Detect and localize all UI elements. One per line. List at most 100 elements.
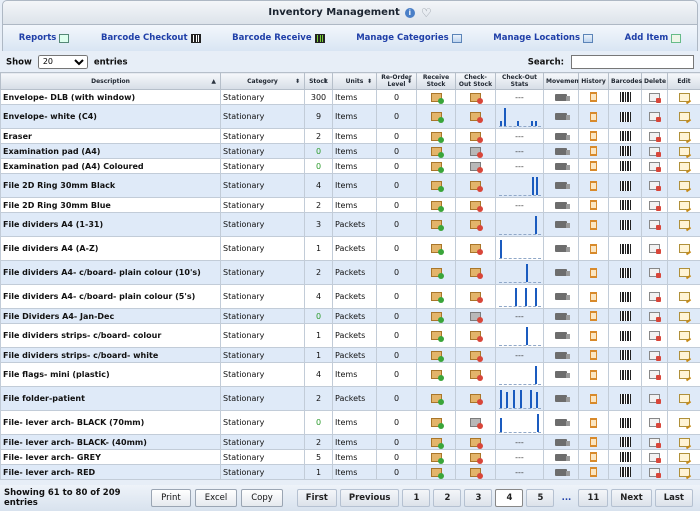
receive-stock-icon[interactable] — [430, 112, 444, 123]
barcode-icon[interactable] — [619, 219, 631, 230]
receive-stock-icon[interactable] — [430, 181, 444, 192]
receive-stock-icon[interactable] — [430, 350, 444, 362]
page-button-11[interactable]: 11 — [578, 489, 609, 507]
delete-icon[interactable] — [649, 467, 661, 478]
delete-icon[interactable] — [649, 131, 661, 142]
nav-link-manage-categories[interactable]: Manage Categories — [356, 33, 462, 43]
delete-icon[interactable] — [649, 311, 661, 322]
delete-icon[interactable] — [649, 437, 661, 448]
column-header-barcodes[interactable]: Barcodes — [608, 72, 642, 90]
hourglass-icon[interactable] — [590, 350, 597, 360]
edit-icon[interactable] — [678, 220, 690, 229]
barcode-icon[interactable] — [619, 146, 631, 156]
delete-icon[interactable] — [649, 394, 661, 404]
edit-icon[interactable] — [678, 467, 690, 477]
barcode-icon[interactable] — [619, 437, 631, 447]
receive-stock-icon[interactable] — [430, 331, 444, 342]
receive-stock-icon[interactable] — [430, 220, 444, 231]
nav-link-barcode-receive[interactable]: Barcode Receive — [232, 33, 325, 43]
column-header-receive-stock[interactable]: Receive Stock — [416, 72, 456, 90]
receive-stock-icon[interactable] — [430, 268, 444, 279]
barcode-icon[interactable] — [619, 417, 631, 428]
delete-icon[interactable] — [649, 292, 661, 302]
receive-stock-icon[interactable] — [430, 131, 444, 143]
barcode-icon[interactable] — [619, 243, 631, 254]
checkout-stock-icon[interactable] — [470, 244, 483, 255]
search-input[interactable] — [571, 54, 694, 69]
barcode-icon[interactable] — [619, 393, 631, 404]
receive-stock-icon[interactable] — [430, 244, 444, 255]
truck-icon[interactable] — [555, 419, 570, 426]
truck-icon[interactable] — [555, 93, 570, 101]
checkout-stock-icon[interactable] — [470, 220, 483, 231]
receive-stock-icon[interactable] — [430, 311, 444, 323]
page-button-5[interactable]: 5 — [526, 489, 555, 507]
checkout-stock-icon[interactable] — [470, 268, 483, 279]
barcode-icon[interactable] — [619, 467, 631, 477]
truck-icon[interactable] — [555, 453, 570, 461]
column-header-check-out-stats[interactable]: Check-Out Stats — [495, 72, 544, 90]
hourglass-icon[interactable] — [590, 180, 597, 191]
page-button-previous[interactable]: Previous — [339, 489, 400, 507]
edit-icon[interactable] — [678, 350, 690, 360]
barcode-icon[interactable] — [619, 311, 631, 321]
delete-icon[interactable] — [649, 161, 661, 172]
edit-icon[interactable] — [678, 112, 690, 121]
barcode-icon[interactable] — [619, 452, 631, 462]
page-button-4[interactable]: 4 — [495, 489, 524, 507]
truck-icon[interactable] — [555, 147, 570, 155]
column-header-movement[interactable]: Movement — [543, 72, 582, 90]
checkout-stock-icon[interactable] — [470, 394, 483, 405]
page-button-2[interactable]: 2 — [433, 489, 462, 507]
barcode-icon[interactable] — [619, 92, 631, 102]
checkout-stock-icon[interactable] — [470, 452, 483, 464]
edit-icon[interactable] — [678, 437, 690, 447]
checkout-stock-icon[interactable] — [470, 467, 483, 479]
edit-icon[interactable] — [678, 131, 690, 141]
edit-icon[interactable] — [678, 292, 690, 301]
truck-icon[interactable] — [555, 162, 570, 170]
edit-icon[interactable] — [678, 394, 690, 403]
nav-link-reports[interactable]: Reports — [19, 33, 70, 43]
truck-icon[interactable] — [555, 332, 570, 339]
receive-stock-icon[interactable] — [430, 146, 444, 158]
receive-stock-icon[interactable] — [430, 92, 444, 104]
delete-icon[interactable] — [649, 112, 661, 122]
page-button-next[interactable]: Next — [611, 489, 652, 507]
barcode-icon[interactable] — [619, 330, 631, 341]
edit-icon[interactable] — [678, 418, 690, 427]
checkout-stock-icon[interactable] — [470, 437, 483, 449]
barcode-icon[interactable] — [619, 350, 631, 360]
truck-icon[interactable] — [555, 351, 570, 359]
column-header-check-out-stock[interactable]: Check-Out Stock — [455, 72, 496, 90]
barcode-icon[interactable] — [619, 111, 631, 122]
truck-icon[interactable] — [555, 371, 570, 378]
excel-button[interactable]: Excel — [194, 489, 238, 507]
heart-icon[interactable]: ♡ — [421, 6, 432, 20]
barcode-icon[interactable] — [619, 291, 631, 302]
barcode-icon[interactable] — [619, 200, 631, 210]
checkout-stock-icon[interactable] — [470, 200, 483, 212]
hourglass-icon[interactable] — [590, 467, 597, 477]
delete-icon[interactable] — [649, 370, 661, 380]
checkout-stock-icon[interactable] — [470, 292, 483, 303]
checkout-stock-icon[interactable] — [470, 92, 483, 104]
info-icon[interactable]: i — [404, 7, 415, 18]
delete-icon[interactable] — [649, 350, 661, 361]
checkout-stock-icon[interactable] — [470, 131, 483, 143]
truck-icon[interactable] — [555, 293, 570, 300]
hourglass-icon[interactable] — [590, 243, 597, 254]
column-header-description[interactable]: Description ▲ — [0, 72, 221, 90]
barcode-icon[interactable] — [619, 161, 631, 171]
barcode-icon[interactable] — [619, 369, 631, 380]
receive-stock-icon[interactable] — [430, 418, 444, 429]
delete-icon[interactable] — [649, 452, 661, 463]
receive-stock-icon[interactable] — [430, 200, 444, 212]
copy-button[interactable]: Copy — [241, 489, 283, 507]
checkout-stock-icon[interactable] — [470, 350, 483, 362]
truck-icon[interactable] — [555, 182, 570, 189]
truck-icon[interactable] — [555, 269, 570, 276]
entries-select[interactable]: 20 — [37, 54, 88, 69]
hourglass-icon[interactable] — [590, 111, 597, 122]
checkout-stock-icon[interactable] — [470, 181, 483, 192]
